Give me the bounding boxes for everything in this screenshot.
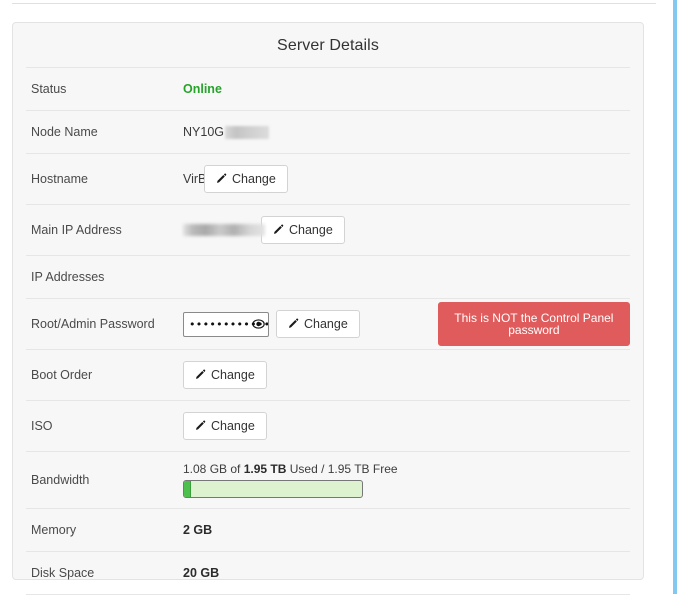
redacted-block-main-ip: [183, 224, 265, 236]
row-value-root-password: •••••••••••••••• Cha: [183, 299, 630, 349]
change-boot-order-button[interactable]: Change: [183, 360, 267, 390]
pencil-icon: [272, 224, 284, 236]
row-label-hostname: Hostname: [31, 172, 88, 186]
bandwidth-block: 1.08 GB of 1.95 TB Used / 1.95 TB Free: [183, 454, 398, 506]
table-row-root-password: Root/Admin Password ••••••••••••••••: [26, 298, 630, 349]
row-value-memory: 2 GB: [183, 509, 630, 551]
bandwidth-progress-bar: [183, 480, 363, 498]
server-details-panel: Server Details Status Online Node Name N…: [12, 22, 644, 595]
table-row-boot-order: Boot Order Change: [26, 349, 630, 400]
change-iso-button[interactable]: Change: [183, 411, 267, 441]
control-panel-password-warning[interactable]: This is NOT the Control Panel password: [437, 302, 630, 346]
change-boot-order-label: Change: [211, 367, 255, 382]
row-label-status: Status: [31, 82, 67, 96]
change-hostname-label: Change: [232, 171, 276, 186]
password-field-wrapper: ••••••••••••••••: [183, 311, 269, 337]
details-table: Status Online Node Name NY10G Hostname V…: [13, 67, 643, 594]
table-row-node-name: Node Name NY10G: [26, 110, 630, 153]
change-root-password-label: Change: [304, 316, 348, 331]
page-title: Server Details: [277, 37, 379, 54]
row-label-root-password: Root/Admin Password: [31, 317, 155, 331]
memory-value: 2 GB: [183, 523, 213, 537]
table-row-status: Status Online: [26, 67, 630, 110]
bandwidth-progress-fill: [184, 481, 192, 497]
top-divider: [12, 3, 656, 4]
bandwidth-total: 1.95 TB: [243, 462, 287, 476]
change-hostname-button[interactable]: Change: [204, 164, 288, 194]
row-value-main-ip: Change: [183, 205, 630, 255]
change-main-ip-label: Change: [289, 222, 333, 237]
bandwidth-usage-text: 1.08 GB of 1.95 TB Used / 1.95 TB Free: [183, 462, 398, 476]
pencil-icon: [287, 318, 299, 330]
redacted-block-node-name: [225, 125, 269, 139]
node-name-text: NY10G: [183, 125, 224, 139]
row-label-ip-addresses: IP Addresses: [31, 270, 105, 284]
page-edge-strip: [673, 0, 677, 594]
table-row-bandwidth: Bandwidth 1.08 GB of 1.95 TB Used / 1.95…: [26, 451, 630, 508]
status-badge: Online: [183, 82, 222, 96]
row-label-main-ip: Main IP Address: [31, 223, 122, 237]
row-value-bandwidth: 1.08 GB of 1.95 TB Used / 1.95 TB Free: [183, 452, 630, 508]
row-label-node-name: Node Name: [31, 125, 98, 139]
row-value-disk-space: 20 GB: [183, 552, 630, 594]
disk-space-value: 20 GB: [183, 566, 220, 580]
pencil-icon: [215, 173, 227, 185]
row-value-node-name: NY10G: [183, 111, 630, 153]
row-label-boot-order: Boot Order: [31, 368, 93, 382]
pencil-icon: [194, 369, 206, 381]
table-row-memory: Memory 2 GB: [26, 508, 630, 551]
row-value-boot-order: Change: [183, 350, 630, 400]
row-value-ip-addresses: [183, 256, 630, 298]
row-value-hostname: VirBF Change: [183, 154, 630, 204]
table-row-ip-addresses: IP Addresses: [26, 255, 630, 298]
pencil-icon: [194, 420, 206, 432]
row-label-iso: ISO: [31, 419, 53, 433]
row-label-disk-space: Disk Space: [31, 566, 95, 580]
change-root-password-button[interactable]: Change: [276, 309, 360, 339]
table-row-hostname: Hostname VirBF Change: [26, 153, 630, 204]
eye-icon[interactable]: [252, 318, 265, 331]
table-row-main-ip: Main IP Address Change: [26, 204, 630, 255]
row-label-bandwidth: Bandwidth: [31, 473, 90, 487]
bandwidth-used-suffix: Used / 1.95 TB Free: [286, 462, 398, 476]
change-main-ip-button[interactable]: Change: [261, 215, 345, 245]
bandwidth-used-prefix: 1.08 GB of: [183, 462, 244, 476]
row-value-iso: Change: [183, 401, 630, 451]
change-iso-label: Change: [211, 418, 255, 433]
table-row-iso: ISO Change: [26, 400, 630, 451]
row-value-status: Online: [183, 68, 630, 110]
table-row-disk-space: Disk Space 20 GB: [26, 551, 630, 594]
row-label-memory: Memory: [31, 523, 77, 537]
